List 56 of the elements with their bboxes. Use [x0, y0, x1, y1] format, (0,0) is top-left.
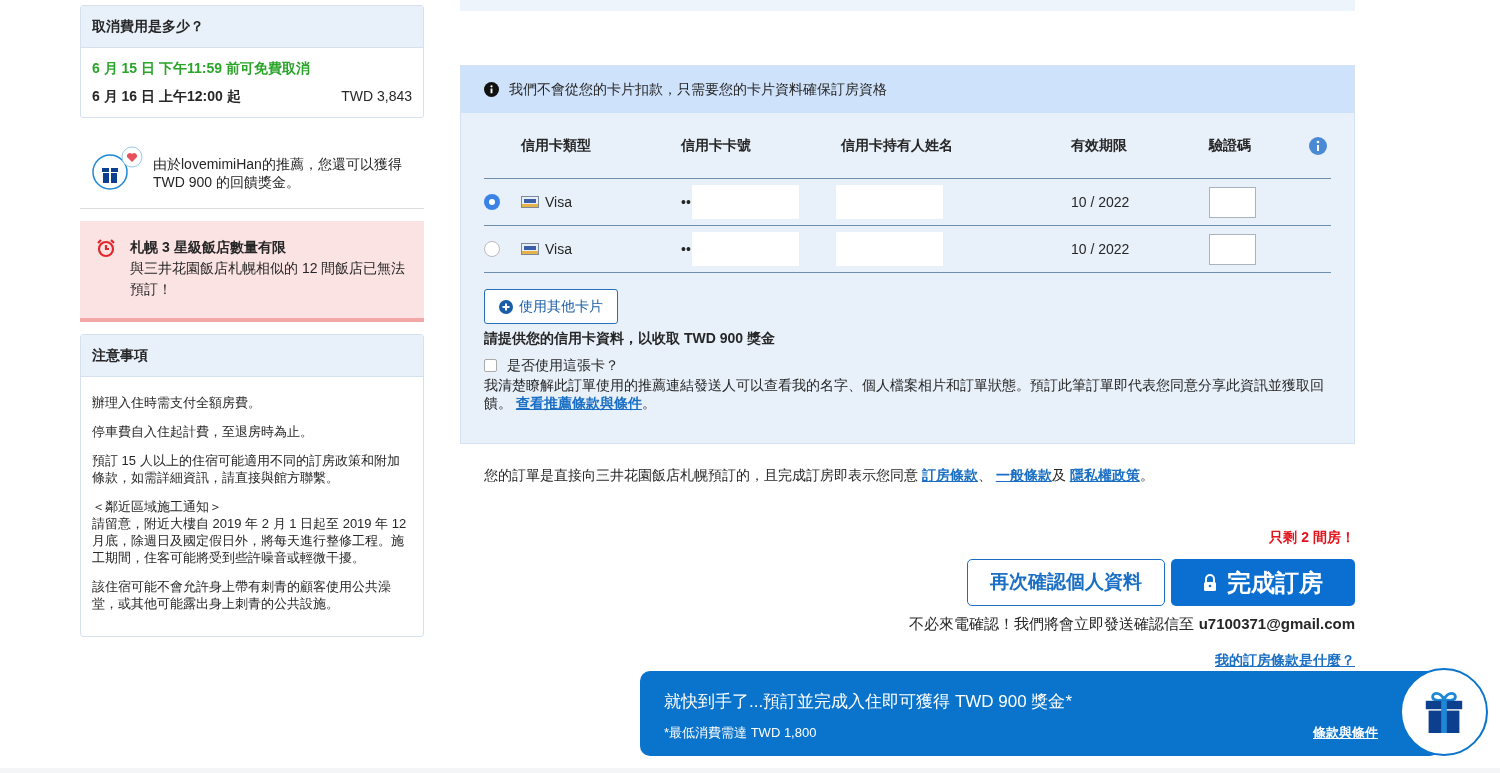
banner-terms-link[interactable]: 條款與條件 — [1313, 722, 1378, 742]
column-header: 信用卡持有人姓名 — [841, 136, 953, 155]
card-title: 取消費用是多少？ — [81, 6, 423, 48]
terms-link[interactable]: 一般條款 — [995, 467, 1052, 483]
card-radio[interactable] — [484, 241, 500, 257]
expiry-date: 10 / 2022 — [1071, 192, 1131, 212]
alert-title: 札幌 3 星級飯店數量有限 — [130, 238, 287, 257]
consent-text: 我清楚瞭解此訂單使用的推薦連結發送人可以查看我的名字、個人檔案相片和訂單狀態。預訂此筆訂單即代表您同意分享此資訊並獲取回饋。 查看推薦條款與條件。 — [484, 376, 1325, 412]
card-number-dots: •• — [681, 192, 691, 212]
referral-text: 由於lovemimiHan的推薦，您還可以獲得 TWD 900 的回饋獎金。 — [153, 155, 403, 191]
terms-link[interactable]: 隱私權政策 — [1069, 467, 1140, 483]
column-header: 驗證碼 — [1209, 136, 1251, 155]
info-icon — [484, 82, 499, 97]
gift-speech-bubble-icon — [90, 146, 144, 192]
card-title: 注意事項 — [81, 335, 423, 377]
plus-icon — [499, 299, 513, 314]
free-cancellation-text: 6 月 15 日 下午11:59 前可免費取消 — [92, 59, 311, 78]
cvv-field[interactable] — [1209, 233, 1256, 265]
note-paragraph: 該住宿可能不會允許身上帶有刺青的顧客使用公共澡堂，或其他可能露出身上刺青的公共設施。 — [92, 578, 392, 612]
note-paragraph: 預訂 15 人以上的住宿可能適用不同的訂房政策和附加條款，如需詳細資訊，請直接與館方聯繫。 — [92, 452, 401, 486]
banner-title: 就快到手了...預訂並完成入住即可獲得 TWD 900 獎金* — [664, 691, 1074, 713]
review-details-button[interactable]: 再次確認個人資料 — [967, 559, 1165, 606]
expiry-date: 10 / 2022 — [1071, 239, 1131, 259]
add-card-button[interactable]: 使用其他卡片 — [484, 289, 618, 324]
credit-card-icon — [521, 243, 539, 255]
terms-link[interactable]: 訂房條款 — [921, 467, 978, 483]
note-paragraph: 辦理入住時需支付全額房費。 — [92, 394, 262, 411]
checkbox-label: 是否使用這張卡？ — [507, 356, 619, 375]
column-header: 信用卡類型 — [521, 136, 591, 155]
card-number-dots: •• — [681, 239, 691, 259]
note-heading: ＜鄰近區域施工通知＞ — [92, 498, 223, 515]
confirmation-text: 不必來電確認！我們將會立即發送確認信至 u7100371@gmail.com — [909, 614, 1355, 634]
referral-terms-link[interactable]: 查看推薦條款與條件 — [515, 395, 642, 411]
banner-subtitle: *最低消費需達 TWD 1,800 — [664, 723, 817, 742]
fee-amount: TWD 3,843 — [341, 87, 412, 106]
complete-booking-button[interactable]: 完成訂房 — [1171, 559, 1355, 606]
alarm-clock-icon — [96, 238, 116, 258]
card-type: Visa — [545, 192, 572, 212]
info-icon[interactable] — [1309, 136, 1327, 155]
column-header: 信用卡卡號 — [681, 136, 751, 155]
note-paragraph: 停車費自入住起計費，至退房時為止。 — [92, 423, 314, 440]
use-card-checkbox[interactable] — [484, 359, 497, 372]
credit-card-icon — [521, 196, 539, 208]
scarcity-text: 只剩 2 間房！ — [1269, 528, 1355, 547]
card-notice: 我們不會從您的卡片扣款，只需要您的卡片資料確保訂房資格 — [509, 80, 887, 99]
note-paragraph: 請留意，附近大樓自 2019 年 2 月 1 日起至 2019 年 12 月底，除週日及國定假日外，將每天進行整修工程。施工期間，住客可能將受到些許噪音或輕微干擾。 — [92, 515, 408, 566]
card-type: Visa — [545, 239, 572, 259]
column-header: 有效期限 — [1071, 136, 1127, 155]
reward-title: 請提供您的信用卡資料，以收取 TWD 900 獎金 — [484, 329, 776, 348]
fee-start-text: 6 月 16 日 上午12:00 起 — [92, 87, 241, 106]
alert-text: 與三井花園飯店札幌相似的 12 間飯店已無法預訂！ — [130, 259, 407, 299]
cvv-field[interactable] — [1209, 186, 1256, 218]
lock-icon — [1203, 574, 1217, 591]
booking-terms-link[interactable]: 我的訂房條款是什麼？ — [1215, 649, 1355, 671]
terms-sentence: 您的訂單是直接向三井花園飯店札幌預訂的，且完成訂房即表示您同意 訂房條款、 一般條款及 隱私權政策。 — [483, 466, 1155, 485]
card-radio[interactable] — [484, 194, 500, 210]
